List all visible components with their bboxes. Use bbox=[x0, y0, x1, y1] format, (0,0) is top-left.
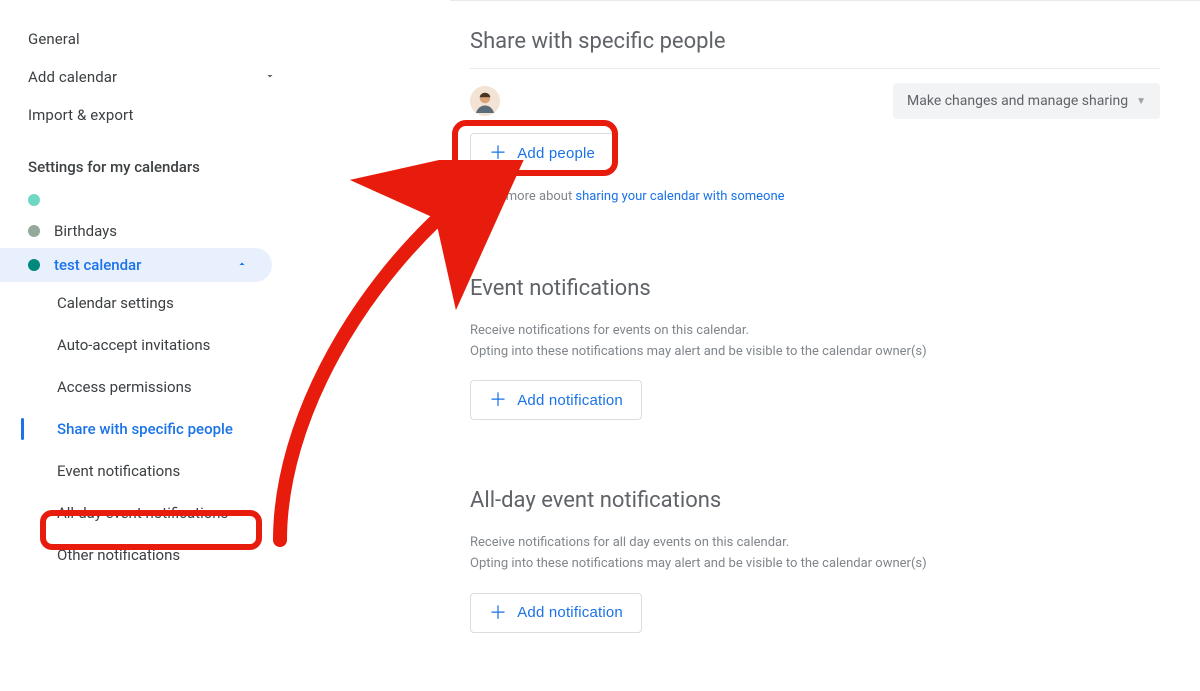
share-learn-more-link[interactable]: sharing your calendar with someone bbox=[575, 189, 784, 204]
allday-notifications-desc: Receive notifications for all day events… bbox=[470, 527, 1160, 593]
nav-general[interactable]: General bbox=[0, 20, 300, 58]
nav-import-export[interactable]: Import & export bbox=[0, 96, 300, 134]
calendar-item-label: test calendar bbox=[54, 256, 141, 274]
share-section-title: Share with specific people bbox=[470, 21, 1160, 68]
add-notification-label: Add notification bbox=[517, 392, 623, 409]
sidebar-section-header: Settings for my calendars bbox=[0, 134, 300, 186]
nav-general-label: General bbox=[28, 30, 80, 48]
calendar-item-label: Birthdays bbox=[54, 222, 117, 240]
chevron-down-icon bbox=[264, 68, 276, 86]
calendar-sub-settings: Calendar settings Auto-accept invitation… bbox=[20, 282, 300, 576]
plus-icon: ＋ bbox=[489, 604, 507, 622]
add-notification-label: Add notification bbox=[517, 604, 623, 621]
plus-icon: ＋ bbox=[489, 144, 507, 162]
sub-event-notifications[interactable]: Event notifications bbox=[21, 450, 300, 492]
sub-access-permissions[interactable]: Access permissions bbox=[21, 366, 300, 408]
sub-allday-notifications[interactable]: All-day event notifications bbox=[21, 492, 300, 534]
calendar-color-dot bbox=[28, 259, 40, 271]
chevron-up-icon bbox=[236, 256, 248, 274]
dropdown-triangle-icon: ▼ bbox=[1136, 96, 1146, 107]
share-person-row: Make changes and manage sharing ▼ bbox=[470, 69, 1160, 133]
main-content: Share with specific people Make changes … bbox=[450, 0, 1200, 691]
share-helper-text: Learn more about sharing your calendar w… bbox=[470, 187, 1160, 208]
event-notifications-section: Event notifications Receive notification… bbox=[470, 208, 1160, 421]
calendar-item-test-calendar[interactable]: test calendar bbox=[0, 248, 272, 282]
sub-auto-accept[interactable]: Auto-accept invitations bbox=[21, 324, 300, 366]
add-people-button[interactable]: ＋ Add people bbox=[470, 133, 614, 173]
settings-sidebar: General Add calendar Import & export Set… bbox=[0, 0, 300, 691]
add-allday-notification-button[interactable]: ＋ Add notification bbox=[470, 593, 642, 633]
sub-other-notifications[interactable]: Other notifications bbox=[21, 534, 300, 576]
calendar-color-dot bbox=[28, 194, 40, 206]
add-event-notification-button[interactable]: ＋ Add notification bbox=[470, 380, 642, 420]
add-people-label: Add people bbox=[517, 145, 595, 162]
calendar-color-dot bbox=[28, 225, 40, 237]
permission-label: Make changes and manage sharing bbox=[907, 93, 1128, 109]
nav-add-calendar[interactable]: Add calendar bbox=[0, 58, 300, 96]
calendar-item-0[interactable] bbox=[0, 186, 272, 214]
event-notifications-title: Event notifications bbox=[470, 268, 1160, 315]
allday-notifications-section: All-day event notifications Receive noti… bbox=[470, 420, 1160, 633]
nav-add-calendar-label: Add calendar bbox=[28, 68, 117, 86]
plus-icon: ＋ bbox=[489, 391, 507, 409]
sub-share-specific-people[interactable]: Share with specific people bbox=[21, 408, 300, 450]
share-section: Share with specific people Make changes … bbox=[470, 21, 1160, 208]
allday-notifications-title: All-day event notifications bbox=[470, 480, 1160, 527]
calendar-item-birthdays[interactable]: Birthdays bbox=[0, 214, 272, 248]
avatar bbox=[470, 86, 500, 116]
sub-calendar-settings[interactable]: Calendar settings bbox=[21, 282, 300, 324]
nav-import-export-label: Import & export bbox=[28, 106, 134, 124]
event-notifications-desc: Receive notifications for events on this… bbox=[470, 315, 1160, 381]
permission-dropdown[interactable]: Make changes and manage sharing ▼ bbox=[893, 83, 1160, 119]
